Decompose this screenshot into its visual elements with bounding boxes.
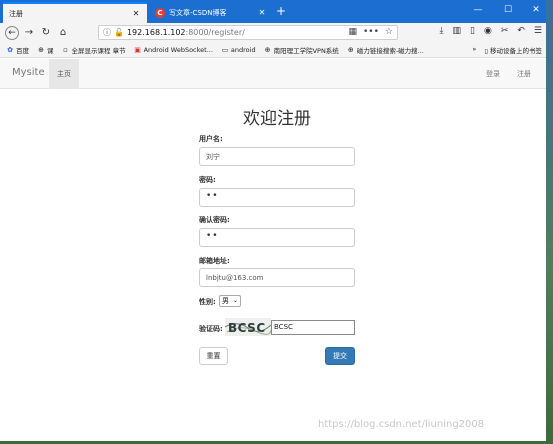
confirm-password-field[interactable]: ••: [199, 228, 355, 247]
site-brand[interactable]: Mysite: [12, 67, 45, 78]
mobile-bookmarks[interactable]: ▯ 移动设备上的书签: [484, 45, 542, 55]
tab-label: 注册: [9, 9, 23, 18]
chevron-down-icon: ⌄: [232, 297, 238, 304]
email-field[interactable]: lnbjtu@163.com: [199, 268, 355, 287]
nav-home[interactable]: 主页: [49, 59, 79, 89]
globe-icon: ⊕: [347, 45, 354, 54]
bookmark-item[interactable]: ✿ 百度: [6, 45, 29, 55]
browser-window: 注册 ✕ C 写文章-CSDN博客 ✕ + — ☐ ✕ ← → ↻ ⌂ ⓘ 🔓 …: [0, 0, 546, 441]
site-navbar: Mysite 主页 登录 注册: [0, 59, 546, 89]
nav-bar: ← → ↻ ⌂ ⓘ 🔓 192.168.1.102 :8000/register…: [0, 23, 546, 42]
bookmark-item[interactable]: ⊕ 磁力链接搜索-磁力搜...: [347, 45, 424, 55]
confirm-password-label: 确认密码:: [199, 216, 230, 224]
more-bookmarks-icon[interactable]: »: [472, 45, 476, 55]
watermark-text: https://blog.csdn.net/liuning2008: [318, 419, 485, 430]
red-page-icon: ▣: [134, 45, 141, 54]
password-field[interactable]: ••: [199, 188, 355, 207]
username-label: 用户名:: [199, 135, 223, 143]
captcha-input[interactable]: BCSC: [271, 320, 355, 335]
csdn-icon: C: [155, 7, 165, 18]
download-icon[interactable]: ⤓: [440, 26, 444, 36]
globe-icon: ⊕: [264, 45, 271, 54]
username-field[interactable]: 刘宁: [199, 147, 355, 166]
bookmark-star-icon[interactable]: ☆: [385, 27, 393, 37]
nav-register[interactable]: 注册: [517, 69, 531, 79]
more-icon[interactable]: •••: [363, 27, 379, 37]
page-icon: ▫: [63, 45, 68, 54]
reset-button[interactable]: 重置: [199, 347, 228, 365]
insecure-lock-icon[interactable]: 🔓: [114, 28, 124, 37]
bookmarks-bar: ✿ 百度 ⊕ 课 ▫ 全屏显示课程 章节 ▣ Android WebSocket... …: [0, 42, 546, 58]
password-label: 密码:: [199, 176, 216, 184]
url-path: :8000/register/: [185, 28, 245, 37]
reload-icon[interactable]: ↻: [39, 26, 53, 40]
folder-icon: ▭: [221, 45, 229, 54]
url-bar[interactable]: ⓘ 🔓 192.168.1.102 :8000/register/ ▦ ••• …: [98, 25, 398, 40]
email-label: 邮箱地址:: [199, 257, 230, 265]
gender-select[interactable]: 男 ⌄: [219, 295, 241, 307]
captcha-graphic: BCSC: [225, 321, 271, 335]
maximize-icon[interactable]: ☐: [496, 5, 520, 15]
new-tab-button[interactable]: +: [276, 4, 286, 18]
home-icon[interactable]: ⌂: [56, 26, 70, 40]
nav-login[interactable]: 登录: [486, 69, 500, 79]
close-window-icon[interactable]: ✕: [524, 5, 546, 15]
close-tab-icon[interactable]: ✕: [257, 8, 267, 17]
page-title: 欢迎注册: [243, 109, 311, 129]
submit-button[interactable]: 提交: [325, 347, 355, 365]
captcha-image[interactable]: BCSC: [225, 318, 271, 336]
forward-icon[interactable]: →: [22, 26, 36, 40]
library-icon[interactable]: ▥: [453, 26, 462, 36]
qr-code-icon[interactable]: ▦: [348, 27, 357, 37]
screenshot-icon[interactable]: ✂: [501, 26, 509, 36]
tab-csdn[interactable]: C 写文章-CSDN博客 ✕: [149, 2, 273, 23]
account-icon[interactable]: ◉: [484, 26, 492, 36]
sidebar-icon[interactable]: ▯: [470, 26, 475, 36]
globe-icon: ⊕: [38, 45, 44, 54]
back-icon[interactable]: ←: [5, 25, 19, 40]
minimize-icon[interactable]: —: [466, 5, 490, 15]
close-tab-icon[interactable]: ✕: [131, 9, 141, 18]
gender-label: 性别:: [199, 298, 216, 306]
bookmark-item[interactable]: ⊕ 南阳理工学院VPN系统: [264, 45, 339, 55]
url-host: 192.168.1.102: [126, 28, 186, 37]
bookmark-item[interactable]: ▣ Android WebSocket...: [134, 46, 213, 54]
baidu-icon: ✿: [7, 45, 13, 54]
gender-value: 男: [222, 297, 229, 305]
menu-icon[interactable]: ☰: [534, 26, 542, 36]
info-icon[interactable]: ⓘ: [103, 27, 111, 38]
captcha-text: BCSC: [228, 321, 266, 335]
bookmark-item[interactable]: ▫ 全屏显示课程 章节: [62, 45, 125, 55]
bookmark-item[interactable]: ▭ android: [221, 46, 256, 54]
bookmark-item[interactable]: ⊕ 课: [37, 45, 53, 55]
undo-icon[interactable]: ↶: [517, 26, 525, 36]
title-bar: 注册 ✕ C 写文章-CSDN博客 ✕ + — ☐ ✕: [0, 0, 546, 23]
captcha-label: 验证码:: [199, 325, 223, 333]
tab-label: 写文章-CSDN博客: [169, 8, 227, 17]
tab-register[interactable]: 注册 ✕: [3, 2, 147, 23]
